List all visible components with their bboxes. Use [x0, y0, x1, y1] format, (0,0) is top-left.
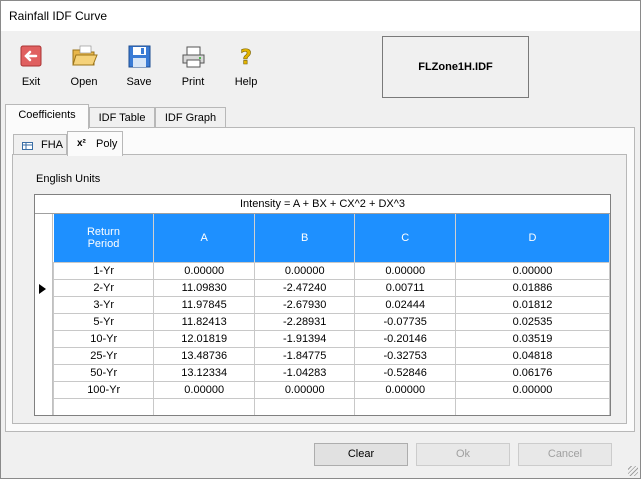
- ok-button[interactable]: Ok: [416, 443, 510, 466]
- table-cell[interactable]: 13.12334: [153, 363, 255, 382]
- table-row[interactable]: 50-Yr 13.12334 -1.04283 -0.52846 0.06176: [52, 363, 610, 382]
- table-cell[interactable]: 0.00711: [354, 278, 456, 297]
- column-header[interactable]: C: [354, 214, 456, 262]
- table-cell[interactable]: [52, 397, 155, 415]
- column-header[interactable]: B: [254, 214, 356, 262]
- column-header[interactable]: D: [455, 214, 610, 262]
- table-cell[interactable]: 2-Yr: [52, 278, 155, 297]
- tab-idf-table[interactable]: IDF Table: [89, 107, 155, 128]
- table-cell[interactable]: [153, 397, 255, 415]
- question-mark-icon: ?: [240, 45, 252, 70]
- open-label: Open: [70, 76, 98, 88]
- table-cell[interactable]: 3-Yr: [52, 295, 155, 314]
- table-cell[interactable]: -1.84775: [253, 346, 356, 365]
- table-cell[interactable]: -0.07735: [354, 312, 456, 331]
- table-cell[interactable]: 50-Yr: [52, 363, 155, 382]
- table-cell[interactable]: 0.00000: [253, 261, 356, 280]
- table-cell[interactable]: 0.06176: [454, 363, 610, 382]
- tab-coefficients[interactable]: Coefficients: [5, 104, 89, 129]
- file-name-display: FLZone1H.IDF: [382, 36, 529, 98]
- table-cell[interactable]: 11.82413: [153, 312, 255, 331]
- table-row[interactable]: 2-Yr 11.09830 -2.47240 0.00711 0.01886: [52, 278, 610, 297]
- table-cell[interactable]: [354, 397, 456, 415]
- table-cell[interactable]: 0.00000: [153, 261, 255, 280]
- table-row[interactable]: 10-Yr 12.01819 -1.91394 -0.20146 0.03519: [52, 329, 610, 348]
- table-cell[interactable]: [253, 397, 356, 415]
- save-label: Save: [126, 76, 152, 88]
- table-cell[interactable]: -2.67930: [253, 295, 356, 314]
- current-row-marker-icon: [39, 284, 46, 294]
- window-title: Rainfall IDF Curve: [9, 9, 108, 23]
- clear-button[interactable]: Clear: [314, 443, 408, 466]
- open-button[interactable]: Open: [66, 43, 102, 91]
- column-header[interactable]: A: [153, 214, 255, 262]
- title-bar[interactable]: Rainfall IDF Curve: [1, 1, 640, 31]
- subtab-fha[interactable]: FHA: [13, 134, 67, 155]
- table-cell[interactable]: 0.00000: [454, 380, 610, 399]
- rainfall-idf-window: Rainfall IDF Curve Exit Open Save Print …: [0, 0, 641, 479]
- subtab-fha-label: FHA: [41, 139, 63, 151]
- row-selector-column[interactable]: [35, 214, 53, 415]
- folder-open-icon: [72, 45, 98, 66]
- table-row[interactable]: 100-Yr 0.00000 0.00000 0.00000 0.00000: [52, 380, 610, 399]
- column-header[interactable]: Return Period: [53, 214, 155, 262]
- table-row[interactable]: 3-Yr 11.97845 -2.67930 0.02444 0.01812: [52, 295, 610, 314]
- floppy-disk-icon: [128, 45, 151, 68]
- table-cell[interactable]: 0.00000: [153, 380, 255, 399]
- table-cell[interactable]: 0.01886: [454, 278, 610, 297]
- table-cell[interactable]: 0.03519: [454, 329, 610, 348]
- exit-button[interactable]: Exit: [13, 43, 49, 91]
- help-label: Help: [234, 76, 258, 88]
- print-button[interactable]: Print: [175, 43, 211, 91]
- exit-label: Exit: [21, 76, 41, 88]
- cancel-button[interactable]: Cancel: [518, 443, 612, 466]
- table-cell[interactable]: [454, 397, 610, 415]
- table-cell[interactable]: -2.28931: [253, 312, 356, 331]
- coefficients-grid[interactable]: Intensity = A + BX + CX^2 + DX^3 Return …: [34, 194, 611, 416]
- table-row[interactable]: 25-Yr 13.48736 -1.84775 -0.32753 0.04818: [52, 346, 610, 365]
- table-row[interactable]: 5-Yr 11.82413 -2.28931 -0.07735 0.02535: [52, 312, 610, 331]
- svg-text:?: ?: [240, 45, 252, 69]
- table-cell[interactable]: -1.04283: [253, 363, 356, 382]
- table-cell[interactable]: 0.00000: [354, 380, 456, 399]
- subtab-poly[interactable]: x² Poly: [67, 131, 123, 156]
- table-cell[interactable]: 10-Yr: [52, 329, 155, 348]
- table-cell[interactable]: 0.01812: [454, 295, 610, 314]
- save-button[interactable]: Save: [121, 43, 157, 91]
- table-cell[interactable]: 100-Yr: [52, 380, 155, 399]
- table-cell[interactable]: 1-Yr: [52, 261, 155, 280]
- table-cell[interactable]: 5-Yr: [52, 312, 155, 331]
- table-row[interactable]: [52, 397, 610, 415]
- units-label: English Units: [36, 173, 101, 185]
- table-cell[interactable]: -1.91394: [253, 329, 356, 348]
- table-cell[interactable]: 0.02535: [454, 312, 610, 331]
- polynomial-icon: x²: [77, 138, 86, 149]
- table-cell[interactable]: 0.02444: [354, 295, 456, 314]
- help-button[interactable]: ? Help: [228, 43, 264, 91]
- grid-caption: Intensity = A + BX + CX^2 + DX^3: [35, 195, 610, 214]
- exit-icon: [20, 45, 42, 67]
- table-cell[interactable]: -0.20146: [354, 329, 456, 348]
- table-header-row: Return Period A B C D: [53, 214, 610, 262]
- coefficients-table: Return Period A B C D 1-Yr 0.00000 0.00000 0.00…: [52, 214, 610, 415]
- table-cell[interactable]: 25-Yr: [52, 346, 155, 365]
- table-cell[interactable]: 0.00000: [454, 261, 610, 280]
- table-cell[interactable]: 0.04818: [454, 346, 610, 365]
- tab-idf-graph[interactable]: IDF Graph: [155, 107, 226, 128]
- grid-icon: [22, 142, 33, 150]
- table-cell[interactable]: 0.00000: [354, 261, 456, 280]
- table-cell[interactable]: -0.32753: [354, 346, 456, 365]
- table-cell[interactable]: 0.00000: [253, 380, 356, 399]
- table-cell[interactable]: 11.97845: [153, 295, 255, 314]
- table-cell[interactable]: -2.47240: [253, 278, 356, 297]
- table-cell[interactable]: 12.01819: [153, 329, 255, 348]
- table-cell[interactable]: -0.52846: [354, 363, 456, 382]
- subtab-poly-label: Poly: [96, 138, 118, 150]
- table-cell[interactable]: 11.09830: [153, 278, 255, 297]
- table-row[interactable]: 1-Yr 0.00000 0.00000 0.00000 0.00000: [52, 261, 610, 280]
- resize-grip-icon[interactable]: [628, 466, 638, 476]
- table-cell[interactable]: 13.48736: [153, 346, 255, 365]
- printer-icon: [182, 46, 205, 68]
- print-label: Print: [181, 76, 205, 88]
